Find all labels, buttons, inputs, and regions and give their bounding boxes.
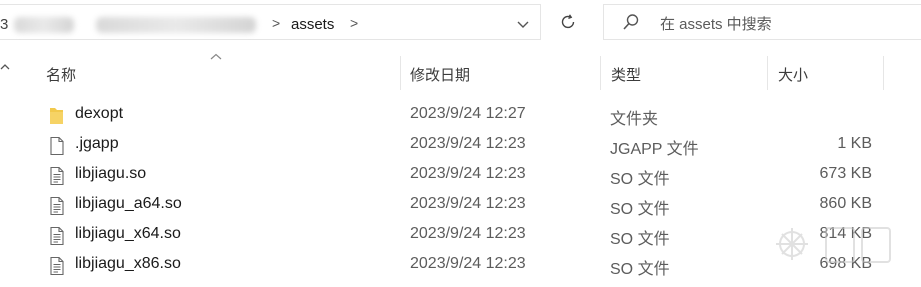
blurred-path-segment (96, 17, 256, 33)
file-date: 2023/9/24 12:23 (410, 165, 526, 182)
column-header-size[interactable]: 大小 (778, 64, 808, 85)
file-name: libjiagu.so (75, 165, 147, 182)
file-type: SO 文件 (610, 261, 670, 278)
file-size: 673 KB (819, 165, 872, 182)
file-row[interactable]: libjiagu_x86.so 2023/9/24 12:23 SO 文件 69… (36, 250, 886, 280)
file-row[interactable]: libjiagu.so 2023/9/24 12:23 SO 文件 673 KB (36, 160, 886, 190)
breadcrumb-chevron[interactable]: > (350, 15, 358, 31)
column-header-row: 名称 修改日期 类型 大小 (0, 52, 921, 92)
file-row[interactable]: .jgapp 2023/9/24 12:23 JGAPP 文件 1 KB (36, 130, 886, 160)
watermark-logo-icon (776, 227, 891, 263)
breadcrumb-separator: > (272, 15, 281, 31)
file-row[interactable]: libjiagu_a64.so 2023/9/24 12:23 SO 文件 86… (36, 190, 886, 220)
search-placeholder: 在 assets 中搜索 (660, 16, 772, 33)
refresh-button[interactable] (548, 4, 588, 40)
file-row[interactable]: libjiagu_x64.so 2023/9/24 12:23 SO 文件 81… (36, 220, 886, 250)
file-name: libjiagu_a64.so (75, 195, 182, 212)
blurred-path-segment (14, 17, 74, 33)
file-date: 2023/9/24 12:23 (410, 255, 526, 272)
file-type: JGAPP 文件 (610, 141, 699, 158)
file-date: 2023/9/24 12:23 (410, 195, 526, 212)
file-size: 860 KB (819, 195, 872, 212)
file-type: SO 文件 (610, 231, 670, 248)
text-file-icon (48, 226, 66, 246)
address-bar[interactable]: 3 > assets > (0, 4, 541, 40)
file-type: SO 文件 (610, 171, 670, 188)
collapse-caret-icon[interactable] (0, 60, 10, 74)
column-header-type[interactable]: 类型 (611, 64, 641, 85)
column-divider[interactable] (600, 56, 601, 90)
column-divider[interactable] (767, 56, 768, 90)
text-file-icon (48, 256, 66, 276)
column-divider[interactable] (400, 56, 401, 90)
address-bar-region: 3 > assets > 在 assets 中搜索 (0, 0, 921, 42)
file-name: libjiagu_x86.so (75, 255, 181, 272)
chevron-down-icon[interactable] (512, 14, 534, 36)
sort-ascending-icon (210, 50, 222, 64)
text-file-icon (48, 166, 66, 186)
column-header-name[interactable]: 名称 (46, 64, 76, 85)
column-divider[interactable] (883, 56, 884, 90)
refresh-icon (561, 14, 575, 29)
folder-icon (48, 106, 66, 126)
search-icon (623, 14, 639, 30)
file-date: 2023/9/24 12:23 (410, 135, 526, 152)
breadcrumb-current-folder[interactable]: assets (291, 16, 334, 33)
file-name: .jgapp (75, 135, 119, 152)
file-size: 1 KB (837, 135, 872, 152)
file-date: 2023/9/24 12:23 (410, 225, 526, 242)
path-first-char: 3 (0, 16, 9, 33)
file-name: libjiagu_x64.so (75, 225, 181, 242)
file-type: SO 文件 (610, 201, 670, 218)
text-file-icon (48, 196, 66, 216)
column-header-date[interactable]: 修改日期 (410, 64, 470, 85)
file-date: 2023/9/24 12:27 (410, 105, 526, 122)
file-icon (48, 136, 66, 156)
search-input[interactable]: 在 assets 中搜索 (603, 4, 921, 40)
file-row[interactable]: dexopt 2023/9/24 12:27 文件夹 (36, 100, 886, 130)
file-name: dexopt (75, 105, 124, 122)
file-type: 文件夹 (610, 111, 659, 128)
